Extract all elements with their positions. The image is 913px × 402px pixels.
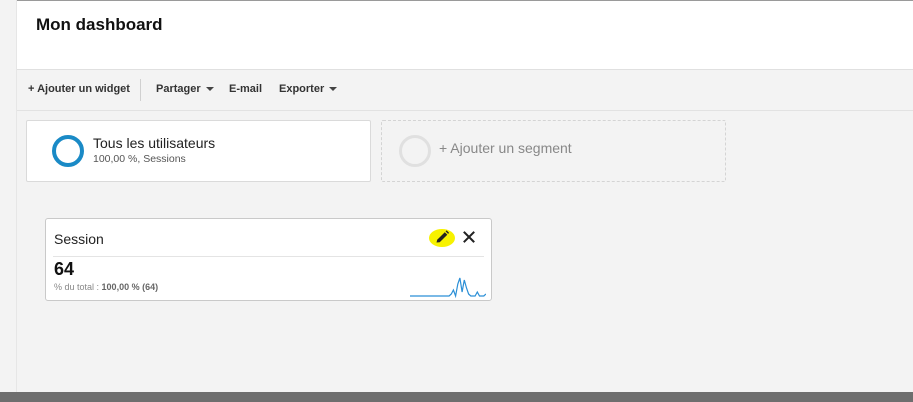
remove-widget-button[interactable] [462,229,476,245]
segment-detail: 100,00 %, Sessions [93,153,186,165]
page-header: Mon dashboard [17,1,913,70]
segment-name: Tous les utilisateurs [93,135,216,151]
widget-metric-value: 64 [54,259,75,279]
left-edge [0,0,17,392]
widget-total-value: 100,00 % (64) [101,282,159,292]
export-button[interactable]: Exporter [279,83,338,95]
widget-total: % du total : 100,00 % (64) [54,282,158,292]
widget-total-prefix: % du total : [54,282,100,292]
add-segment-label: + Ajouter un segment [439,140,572,156]
segment-all-users[interactable]: Tous les utilisateurs 100,00 %, Sessions [26,120,371,182]
session-widget: Session 64 % du total : 100,00 % (64) [45,218,492,301]
add-segment-button[interactable]: + Ajouter un segment [381,120,726,182]
email-button[interactable]: E-mail [229,83,262,95]
session-sparkline [410,277,486,299]
edit-widget-button[interactable] [429,229,457,247]
empty-segment-ring-icon [399,135,431,167]
add-widget-button[interactable]: + Ajouter un widget [28,83,130,95]
export-label: Exporter [279,83,325,95]
page-title: Mon dashboard [36,15,163,34]
toolbar-divider [140,79,141,101]
widget-divider [53,256,484,257]
chevron-down-icon [329,87,338,92]
widget-title: Session [54,231,104,247]
share-label: Partager [156,83,201,95]
close-icon [463,231,475,243]
sparkline-series [410,277,486,299]
bottom-bar [0,392,913,402]
segment-color-ring-icon [52,135,84,167]
pencil-icon [429,229,455,247]
dashboard-toolbar: + Ajouter un widget Partager E-mail Expo… [17,70,913,111]
share-button[interactable]: Partager [156,83,214,95]
chevron-down-icon [205,87,214,92]
